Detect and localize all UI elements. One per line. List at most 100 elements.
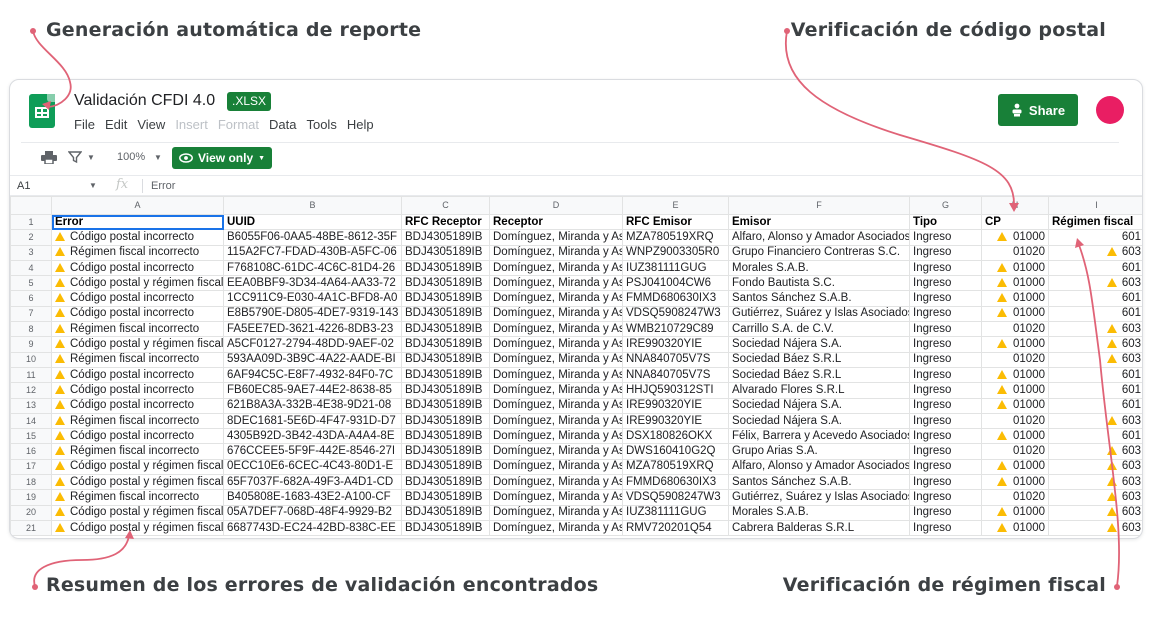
row-number[interactable]: 3 xyxy=(10,244,52,261)
cell-emisor[interactable]: Fondo Bautista S.C. xyxy=(728,275,910,292)
cell-rfc-emisor[interactable]: WNPZ9003305R0 xyxy=(622,244,729,261)
user-avatar[interactable] xyxy=(1096,96,1124,124)
cell-rfc-emisor[interactable]: FMMD680630IX3 xyxy=(622,290,729,307)
column-title[interactable]: RFC Receptor xyxy=(401,213,490,231)
cell-receptor[interactable]: Domínguez, Miranda y Asociados xyxy=(489,244,623,261)
cell-emisor[interactable]: Sociedad Báez S.R.L xyxy=(728,366,910,384)
row-number[interactable]: 11 xyxy=(10,366,52,384)
cell-tipo[interactable]: Ingreso xyxy=(909,504,982,521)
column-header-f[interactable]: F xyxy=(728,196,910,215)
cell-rfc-receptor[interactable]: BDJ4305189IB xyxy=(401,397,490,414)
cell-tipo[interactable]: Ingreso xyxy=(909,443,982,460)
row-number[interactable]: 4 xyxy=(10,259,52,277)
cell-tipo[interactable]: Ingreso xyxy=(909,351,982,368)
cell-emisor[interactable]: Sociedad Nájera S.A. xyxy=(728,336,910,353)
menu-view[interactable]: View xyxy=(137,117,165,132)
cell-uuid[interactable]: 1CC911C9-E030-4A1C-BFD8-A0 xyxy=(223,290,402,307)
zoom-select[interactable]: 100% xyxy=(117,151,145,163)
cell-receptor[interactable]: Domínguez, Miranda y Asociados xyxy=(489,474,623,491)
cell-regimen[interactable]: 603 xyxy=(1048,412,1142,430)
cell-tipo[interactable]: Ingreso xyxy=(909,244,982,261)
cell-cp[interactable]: 01000 xyxy=(981,504,1049,521)
formula-input[interactable]: Error xyxy=(151,180,175,192)
cell-error[interactable]: Código postal y régimen fiscal xyxy=(51,504,224,521)
column-header-e[interactable]: E xyxy=(622,196,729,215)
cell-rfc-receptor[interactable]: BDJ4305189IB xyxy=(401,366,490,384)
cell-rfc-receptor[interactable]: BDJ4305189IB xyxy=(401,428,490,445)
cell-rfc-emisor[interactable]: WMB210729C89 xyxy=(622,321,729,338)
cell-rfc-receptor[interactable]: BDJ4305189IB xyxy=(401,489,490,506)
cell-rfc-receptor[interactable]: BDJ4305189IB xyxy=(401,305,490,323)
column-header-i[interactable]: I xyxy=(1048,196,1142,215)
cell-rfc-receptor[interactable]: BDJ4305189IB xyxy=(401,229,490,246)
column-header-d[interactable]: D xyxy=(489,196,623,215)
column-header-g[interactable]: G xyxy=(909,196,982,215)
name-box[interactable]: A1 xyxy=(17,180,30,192)
menu-file[interactable]: File xyxy=(74,117,95,132)
cell-receptor[interactable]: Domínguez, Miranda y Asociados xyxy=(489,397,623,414)
cell-cp[interactable]: 01000 xyxy=(981,305,1049,323)
cell-receptor[interactable]: Domínguez, Miranda y Asociados xyxy=(489,259,623,277)
cell-emisor[interactable]: Sociedad Báez S.R.L xyxy=(728,351,910,368)
cell-error[interactable]: Código postal incorrecto xyxy=(51,305,224,323)
column-header-b[interactable]: B xyxy=(223,196,402,215)
cell-error[interactable]: Régimen fiscal incorrecto xyxy=(51,412,224,430)
cell-tipo[interactable]: Ingreso xyxy=(909,458,982,476)
cell-error[interactable]: Régimen fiscal incorrecto xyxy=(51,489,224,506)
cell-emisor[interactable]: Gutiérrez, Suárez y Islas Asociados xyxy=(728,305,910,323)
cell-cp[interactable]: 01020 xyxy=(981,443,1049,460)
cell-cp[interactable]: 01020 xyxy=(981,351,1049,368)
cell-rfc-emisor[interactable]: PSJ041004CW6 xyxy=(622,275,729,292)
cell-emisor[interactable]: Morales S.A.B. xyxy=(728,504,910,521)
cell-tipo[interactable]: Ingreso xyxy=(909,229,982,246)
row-number[interactable]: 13 xyxy=(10,397,52,414)
cell-uuid[interactable]: A5CF0127-2794-48DD-9AEF-02 xyxy=(223,336,402,353)
cell-cp[interactable]: 01000 xyxy=(981,275,1049,292)
cell-error[interactable]: Régimen fiscal incorrecto xyxy=(51,244,224,261)
document-title[interactable]: Validación CFDI 4.0 xyxy=(74,92,215,110)
cell-rfc-emisor[interactable]: IRE990320YIE xyxy=(622,336,729,353)
row-number[interactable]: 9 xyxy=(10,336,52,353)
cell-emisor[interactable]: Santos Sánchez S.A.B. xyxy=(728,474,910,491)
cell-emisor[interactable]: Félix, Barrera y Acevedo Asociados xyxy=(728,428,910,445)
cell-emisor[interactable]: Cabrera Balderas S.R.L xyxy=(728,519,910,537)
cell-uuid[interactable]: B405808E-1683-43E2-A100-CF xyxy=(223,489,402,506)
cell-error[interactable]: Código postal incorrecto xyxy=(51,397,224,414)
cell-error[interactable]: Régimen fiscal incorrecto xyxy=(51,321,224,338)
cell-rfc-receptor[interactable]: BDJ4305189IB xyxy=(401,244,490,261)
cell-emisor[interactable]: Alvarado Flores S.R.L xyxy=(728,382,910,399)
cell-uuid[interactable]: B6055F06-0AA5-48BE-8612-35F xyxy=(223,229,402,246)
cell-rfc-emisor[interactable]: HHJQ590312STI xyxy=(622,382,729,399)
cell-cp[interactable]: 01020 xyxy=(981,244,1049,261)
cell-emisor[interactable]: Carrillo S.A. de C.V. xyxy=(728,321,910,338)
cell-emisor[interactable]: Sociedad Nájera S.A. xyxy=(728,412,910,430)
cell-tipo[interactable]: Ingreso xyxy=(909,305,982,323)
cell-tipo[interactable]: Ingreso xyxy=(909,382,982,399)
cell-cp[interactable]: 01000 xyxy=(981,474,1049,491)
cell-emisor[interactable]: Sociedad Nájera S.A. xyxy=(728,397,910,414)
cell-rfc-emisor[interactable]: DWS160410G2Q xyxy=(622,443,729,460)
cell-rfc-receptor[interactable]: BDJ4305189IB xyxy=(401,290,490,307)
cell-error[interactable]: Régimen fiscal incorrecto xyxy=(51,443,224,460)
cell-rfc-emisor[interactable]: MZA780519XRQ xyxy=(622,458,729,476)
row-number[interactable]: 19 xyxy=(10,489,52,506)
cell-error[interactable]: Código postal incorrecto xyxy=(51,428,224,445)
cell-tipo[interactable]: Ingreso xyxy=(909,259,982,277)
cell-regimen[interactable]: 603 xyxy=(1048,321,1142,338)
cell-uuid[interactable]: EEA0BBF9-3D34-4A64-AA33-72 xyxy=(223,275,402,292)
cell-rfc-emisor[interactable]: RMV720201Q54 xyxy=(622,519,729,537)
cell-regimen[interactable]: 603 xyxy=(1048,244,1142,261)
share-button[interactable]: Share xyxy=(998,94,1078,126)
cell-tipo[interactable]: Ingreso xyxy=(909,428,982,445)
cell-uuid[interactable]: F768108C-61DC-4C6C-81D4-26 xyxy=(223,259,402,277)
cell-error[interactable]: Régimen fiscal incorrecto xyxy=(51,351,224,368)
cell-uuid[interactable]: 6687743D-EC24-42BD-838C-EE xyxy=(223,519,402,537)
row-number[interactable]: 6 xyxy=(10,290,52,307)
cell-rfc-emisor[interactable]: DSX180826OKX xyxy=(622,428,729,445)
column-title[interactable]: Receptor xyxy=(489,213,623,231)
cell-uuid[interactable]: 676CCEE5-5F9F-442E-8546-27I xyxy=(223,443,402,460)
cell-rfc-receptor[interactable]: BDJ4305189IB xyxy=(401,504,490,521)
cell-tipo[interactable]: Ingreso xyxy=(909,489,982,506)
cell-regimen[interactable]: 603 xyxy=(1048,351,1142,368)
row-number[interactable]: 1 xyxy=(10,213,52,231)
